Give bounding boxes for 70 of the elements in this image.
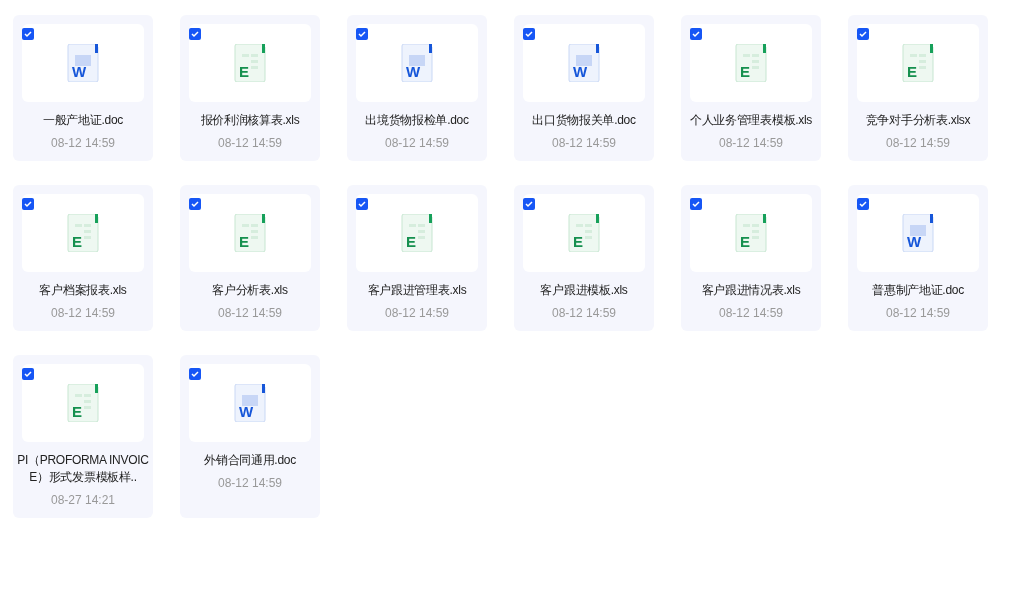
file-name: 一般产地证.doc <box>42 112 124 129</box>
file-time: 08-12 14:59 <box>217 135 283 151</box>
spreadsheet-icon: E <box>568 214 600 252</box>
file-time: 08-12 14:59 <box>384 135 450 151</box>
checkbox[interactable] <box>857 198 869 210</box>
file-card[interactable]: W 出口货物报关单.doc 08-12 14:59 <box>514 15 654 161</box>
file-time: 08-12 14:59 <box>217 305 283 321</box>
spreadsheet-icon: E <box>67 214 99 252</box>
spreadsheet-icon: E <box>735 214 767 252</box>
file-name: 客户跟进模板.xls <box>539 282 629 299</box>
file-name: 出口货物报关单.doc <box>531 112 637 129</box>
checkbox[interactable] <box>189 198 201 210</box>
file-time: 08-12 14:59 <box>217 475 283 491</box>
file-card[interactable]: E 客户跟进模板.xls 08-12 14:59 <box>514 185 654 331</box>
spreadsheet-icon: E <box>234 214 266 252</box>
file-card[interactable]: E 竞争对手分析表.xlsx 08-12 14:59 <box>848 15 988 161</box>
file-name: 外销合同通用.doc <box>203 452 297 469</box>
file-time: 08-12 14:59 <box>551 135 617 151</box>
file-time: 08-12 14:59 <box>551 305 617 321</box>
file-name: 客户分析表.xls <box>211 282 289 299</box>
file-time: 08-27 14:21 <box>50 492 116 508</box>
checkbox[interactable] <box>189 28 201 40</box>
file-card[interactable]: E 个人业务管理表模板.xls 08-12 14:59 <box>681 15 821 161</box>
word-document-icon: W <box>234 384 266 422</box>
word-document-icon: W <box>902 214 934 252</box>
word-document-icon: W <box>401 44 433 82</box>
file-name: PI（PROFORMA INVOICE）形式发票模板样.. <box>16 452 150 486</box>
file-name: 客户跟进情况表.xls <box>700 282 802 299</box>
spreadsheet-icon: E <box>67 384 99 422</box>
file-card[interactable]: W 出境货物报检单.doc 08-12 14:59 <box>347 15 487 161</box>
word-document-icon: W <box>67 44 99 82</box>
file-name: 出境货物报检单.doc <box>364 112 470 129</box>
checkbox[interactable] <box>356 28 368 40</box>
file-time: 08-12 14:59 <box>50 135 116 151</box>
file-name: 客户跟进管理表.xls <box>366 282 468 299</box>
spreadsheet-icon: E <box>401 214 433 252</box>
checkbox[interactable] <box>523 198 535 210</box>
file-time: 08-12 14:59 <box>718 135 784 151</box>
word-document-icon: W <box>568 44 600 82</box>
file-card[interactable]: W 普惠制产地证.doc 08-12 14:59 <box>848 185 988 331</box>
file-name: 个人业务管理表模板.xls <box>688 112 814 129</box>
file-name: 竞争对手分析表.xlsx <box>864 112 972 129</box>
file-card[interactable]: W 外销合同通用.doc 08-12 14:59 <box>180 355 320 518</box>
file-time: 08-12 14:59 <box>384 305 450 321</box>
checkbox[interactable] <box>22 198 34 210</box>
checkbox[interactable] <box>356 198 368 210</box>
checkbox[interactable] <box>690 198 702 210</box>
spreadsheet-icon: E <box>234 44 266 82</box>
file-card[interactable]: E PI（PROFORMA INVOICE）形式发票模板样.. 08-27 14:21 <box>13 355 153 518</box>
file-card[interactable]: W 一般产地证.doc 08-12 14:59 <box>13 15 153 161</box>
file-time: 08-12 14:59 <box>885 305 951 321</box>
file-card[interactable]: E 客户档案报表.xls 08-12 14:59 <box>13 185 153 331</box>
file-time: 08-12 14:59 <box>50 305 116 321</box>
checkbox[interactable] <box>523 28 535 40</box>
spreadsheet-icon: E <box>735 44 767 82</box>
spreadsheet-icon: E <box>902 44 934 82</box>
file-time: 08-12 14:59 <box>718 305 784 321</box>
checkbox[interactable] <box>857 28 869 40</box>
file-card[interactable]: E 客户分析表.xls 08-12 14:59 <box>180 185 320 331</box>
file-time: 08-12 14:59 <box>885 135 951 151</box>
file-card[interactable]: E 客户跟进情况表.xls 08-12 14:59 <box>681 185 821 331</box>
file-name: 报价利润核算表.xls <box>199 112 301 129</box>
checkbox[interactable] <box>189 368 201 380</box>
file-card[interactable]: E 客户跟进管理表.xls 08-12 14:59 <box>347 185 487 331</box>
checkbox[interactable] <box>690 28 702 40</box>
checkbox[interactable] <box>22 368 34 380</box>
file-name: 客户档案报表.xls <box>38 282 128 299</box>
checkbox[interactable] <box>22 28 34 40</box>
file-card[interactable]: E 报价利润核算表.xls 08-12 14:59 <box>180 15 320 161</box>
file-name: 普惠制产地证.doc <box>871 282 965 299</box>
